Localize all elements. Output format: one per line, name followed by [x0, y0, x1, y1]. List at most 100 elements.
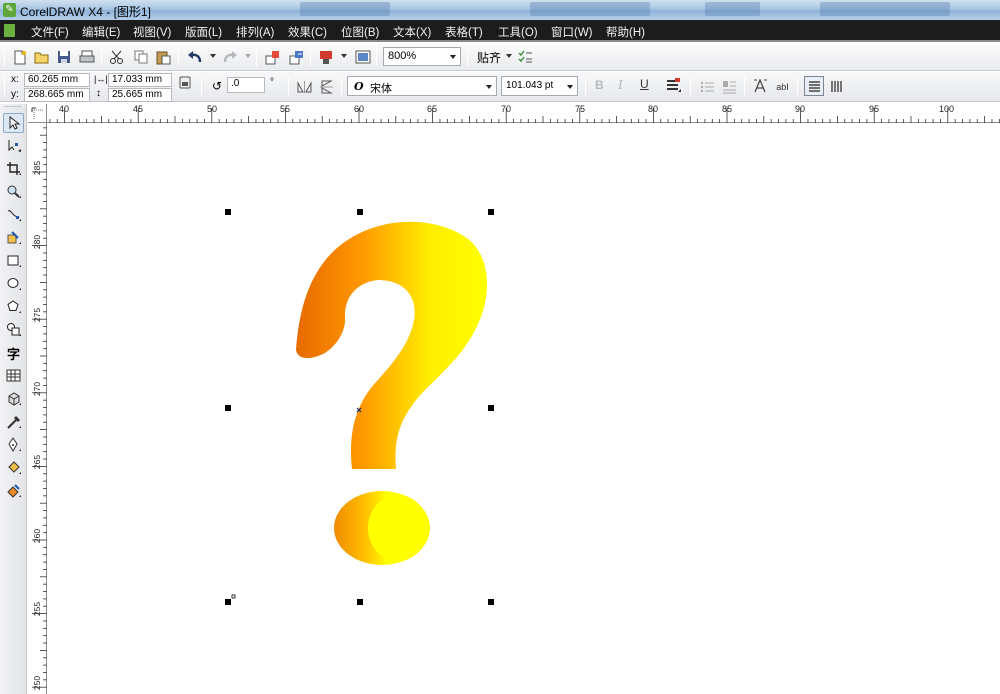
- open-folder-icon: [34, 52, 49, 64]
- y-position-field[interactable]: 268.665 mm: [24, 88, 90, 102]
- export-button[interactable]: [288, 48, 306, 66]
- vertical-text-button[interactable]: [828, 78, 845, 95]
- toolbar-separator: [256, 49, 257, 66]
- coreldraw-icon[interactable]: ✎: [3, 3, 16, 17]
- paste-button[interactable]: [155, 48, 173, 66]
- selection-handle-middle-right[interactable]: [488, 405, 494, 411]
- vertical-ruler[interactable]: 285 280 275 270 265 260 255 250: [28, 123, 47, 694]
- question-mark-graphic[interactable]: [48, 124, 1000, 694]
- horizontal-ruler[interactable]: 40 45 50 55 60 65 70 75 80 85 90 95 100: [28, 104, 1000, 123]
- italic-button[interactable]: I: [618, 78, 623, 92]
- paint-bucket-icon: [7, 461, 21, 474]
- new-document-button[interactable]: [11, 48, 29, 66]
- x-position-field[interactable]: 60.265 mm: [24, 73, 90, 87]
- lock-ratio-button[interactable]: [176, 74, 193, 91]
- menu-edit[interactable]: 编辑(E): [82, 24, 120, 40]
- smart-fill-tool[interactable]: [3, 228, 24, 248]
- ellipse-tool[interactable]: [3, 274, 24, 294]
- pick-tool[interactable]: [3, 113, 24, 133]
- selection-handle-top-right[interactable]: [488, 209, 494, 215]
- menu-layout[interactable]: 版面(L): [185, 24, 222, 40]
- welcome-screen-button[interactable]: [354, 48, 372, 66]
- selection-handle-bottom-center[interactable]: [357, 599, 363, 605]
- selection-handle-top-left[interactable]: [225, 209, 231, 215]
- selection-handle-bottom-left[interactable]: [225, 599, 231, 605]
- copy-button[interactable]: [132, 48, 150, 66]
- bullets-button[interactable]: [699, 78, 716, 95]
- menu-window[interactable]: 窗口(W): [551, 24, 593, 40]
- snap-to-button[interactable]: 贴齐: [477, 49, 501, 66]
- options-button[interactable]: [516, 48, 534, 66]
- menu-bitmaps[interactable]: 位图(B): [341, 24, 379, 40]
- font-size-select[interactable]: 101.043 pt: [501, 76, 578, 96]
- redo-dropdown-icon[interactable]: [245, 54, 251, 58]
- zoom-level-select[interactable]: 800%: [383, 47, 461, 66]
- menu-help[interactable]: 帮助(H): [606, 24, 645, 40]
- mirror-horizontal-button[interactable]: [296, 78, 313, 95]
- document-icon[interactable]: [4, 24, 15, 37]
- printer-icon: [79, 50, 95, 63]
- launcher-dropdown-icon[interactable]: [341, 54, 347, 58]
- interactive-fill-tool[interactable]: [3, 481, 24, 501]
- scissors-icon: [110, 50, 123, 64]
- drawing-canvas[interactable]: [48, 124, 1000, 694]
- open-button[interactable]: [33, 48, 51, 66]
- zoom-tool[interactable]: [3, 182, 24, 202]
- menu-view[interactable]: 视图(V): [133, 24, 171, 40]
- redo-button[interactable]: [221, 48, 239, 66]
- outline-tool[interactable]: [3, 435, 24, 455]
- selection-handle-top-center[interactable]: [357, 209, 363, 215]
- polygon-tool[interactable]: [3, 297, 24, 317]
- selection-handle-middle-left[interactable]: [225, 405, 231, 411]
- horizontal-text-button[interactable]: [804, 76, 824, 96]
- ruler-origin-corner[interactable]: [28, 104, 47, 123]
- rotation-angle-field[interactable]: .0: [227, 77, 265, 93]
- horizontal-ruler-ticks: [49, 108, 1000, 123]
- abl-edit-text-icon: abI: [776, 81, 789, 92]
- ruler-label: 65: [427, 104, 438, 114]
- menu-file[interactable]: 文件(F): [31, 24, 69, 40]
- drop-cap-button[interactable]: [721, 78, 738, 95]
- crop-tool[interactable]: [3, 159, 24, 179]
- menu-text[interactable]: 文本(X): [393, 24, 431, 40]
- cut-button[interactable]: [108, 48, 126, 66]
- ruler-label: 40: [59, 104, 70, 114]
- application-launcher-button[interactable]: [317, 48, 335, 66]
- undo-dropdown-icon[interactable]: [210, 54, 216, 58]
- print-button[interactable]: [78, 48, 96, 66]
- character-formatting-button[interactable]: [752, 78, 769, 95]
- selection-handle-bottom-right[interactable]: [488, 599, 494, 605]
- edit-text-button[interactable]: abI: [774, 78, 791, 95]
- basic-shapes-tool[interactable]: [3, 320, 24, 340]
- ruler-label: 100: [939, 104, 955, 114]
- extrude-tool[interactable]: [3, 389, 24, 409]
- rectangle-tool[interactable]: [3, 251, 24, 271]
- menu-effects[interactable]: 效果(C): [288, 24, 327, 40]
- mirror-vertical-button[interactable]: [318, 78, 335, 95]
- fill-tool[interactable]: [3, 458, 24, 478]
- paste-icon: [156, 51, 171, 64]
- snap-dropdown-icon[interactable]: [506, 54, 512, 58]
- font-name-value: 宋体: [370, 83, 392, 95]
- menu-table[interactable]: 表格(T): [445, 24, 483, 40]
- menu-arrange[interactable]: 排列(A): [236, 24, 274, 40]
- object-width-field[interactable]: 17.033 mm: [108, 73, 172, 87]
- freehand-tool[interactable]: [3, 205, 24, 225]
- shape-tool[interactable]: [3, 136, 24, 156]
- save-button[interactable]: [55, 48, 73, 66]
- propbar-separator: [201, 77, 202, 97]
- table-tool[interactable]: [3, 366, 24, 386]
- welcome-screen-icon: [355, 50, 371, 63]
- import-button[interactable]: [264, 48, 282, 66]
- eyedropper-tool[interactable]: [3, 412, 24, 432]
- horizontal-text-icon: [808, 81, 820, 92]
- bold-button[interactable]: B: [595, 78, 604, 92]
- object-height-field[interactable]: 25.665 mm: [108, 88, 172, 102]
- underline-button[interactable]: U: [640, 77, 649, 91]
- taskbar-decoration: [300, 2, 390, 16]
- text-tool[interactable]: 字: [3, 343, 24, 363]
- undo-button[interactable]: [186, 48, 204, 66]
- text-alignment-button[interactable]: [666, 77, 683, 94]
- font-list-select[interactable]: O 宋体: [347, 76, 497, 96]
- menu-tools[interactable]: 工具(O): [498, 24, 538, 40]
